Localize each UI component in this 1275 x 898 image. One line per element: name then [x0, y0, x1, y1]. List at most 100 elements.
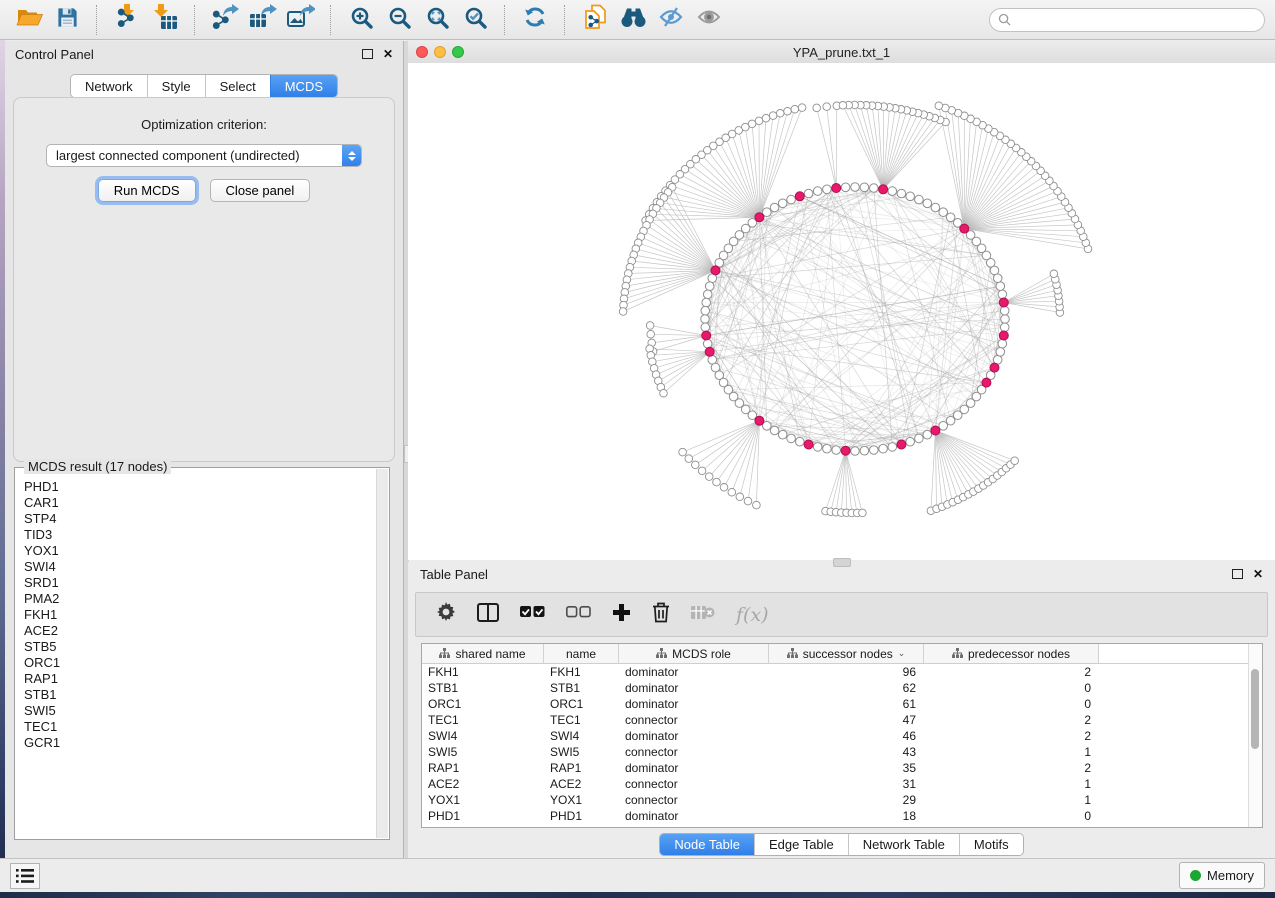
- cell[interactable]: 2: [924, 664, 1099, 680]
- criterion-select[interactable]: largest connected component (undirected): [46, 144, 362, 167]
- cell[interactable]: dominator: [619, 696, 769, 712]
- cell[interactable]: connector: [619, 792, 769, 808]
- save-button[interactable]: [48, 3, 86, 37]
- cell[interactable]: 2: [924, 712, 1099, 728]
- cell[interactable]: connector: [619, 776, 769, 792]
- result-item[interactable]: PMA2: [16, 591, 376, 607]
- column-header-name[interactable]: name: [544, 644, 619, 663]
- cell[interactable]: FKH1: [422, 664, 544, 680]
- deselect-all-button[interactable]: [566, 606, 591, 624]
- table-row[interactable]: TEC1TEC1connector472: [422, 712, 1262, 728]
- zoom-in-button[interactable]: [342, 3, 380, 37]
- tab-motifs[interactable]: Motifs: [959, 834, 1023, 855]
- cell[interactable]: dominator: [619, 728, 769, 744]
- clone-network-button[interactable]: [576, 3, 614, 37]
- cell[interactable]: 1: [924, 744, 1099, 760]
- cell[interactable]: 0: [924, 808, 1099, 824]
- table-row[interactable]: STB1STB1dominator620: [422, 680, 1262, 696]
- export-image-button[interactable]: [282, 3, 320, 37]
- cell[interactable]: YOX1: [422, 792, 544, 808]
- result-item[interactable]: SWI4: [16, 559, 376, 575]
- cell[interactable]: dominator: [619, 664, 769, 680]
- result-item[interactable]: GCR1: [16, 735, 376, 751]
- result-item[interactable]: TID3: [16, 527, 376, 543]
- split-panel-button[interactable]: [477, 603, 499, 627]
- cell[interactable]: SWI5: [544, 744, 619, 760]
- open-button[interactable]: [10, 3, 48, 37]
- cell[interactable]: YOX1: [544, 792, 619, 808]
- cell[interactable]: connector: [619, 712, 769, 728]
- cell[interactable]: STB1: [422, 680, 544, 696]
- select-all-button[interactable]: [520, 606, 545, 624]
- result-item[interactable]: STB1: [16, 687, 376, 703]
- cell[interactable]: 61: [769, 696, 924, 712]
- cell[interactable]: ACE2: [422, 776, 544, 792]
- cell[interactable]: 29: [769, 792, 924, 808]
- cell[interactable]: RAP1: [544, 760, 619, 776]
- delete-row-button[interactable]: [652, 602, 670, 628]
- refresh-button[interactable]: [516, 3, 554, 37]
- table-row[interactable]: YOX1YOX1connector291: [422, 792, 1262, 808]
- search-box[interactable]: [989, 8, 1265, 32]
- table-row[interactable]: ACE2ACE2connector311: [422, 776, 1262, 792]
- result-item[interactable]: SWI5: [16, 703, 376, 719]
- horizontal-splitter-grip[interactable]: [833, 558, 851, 567]
- close-panel-button[interactable]: Close panel: [210, 179, 311, 202]
- export-network-button[interactable]: [206, 3, 244, 37]
- result-item[interactable]: RAP1: [16, 671, 376, 687]
- export-table-button[interactable]: [244, 3, 282, 37]
- find-button[interactable]: [614, 3, 652, 37]
- table-scroll-thumb[interactable]: [1251, 669, 1259, 749]
- table-scrollbar[interactable]: [1248, 644, 1262, 827]
- table-row[interactable]: FKH1FKH1dominator962: [422, 664, 1262, 680]
- close-panel-icon[interactable]: ✕: [383, 48, 393, 60]
- result-item[interactable]: FKH1: [16, 607, 376, 623]
- cell[interactable]: STB1: [544, 680, 619, 696]
- result-scrollbar[interactable]: [376, 469, 388, 838]
- result-item[interactable]: ACE2: [16, 623, 376, 639]
- cell[interactable]: 96: [769, 664, 924, 680]
- cell[interactable]: 1: [924, 792, 1099, 808]
- settings-button[interactable]: [436, 602, 456, 627]
- result-item[interactable]: YOX1: [16, 543, 376, 559]
- tab-node-table[interactable]: Node Table: [660, 834, 754, 855]
- cell[interactable]: 2: [924, 760, 1099, 776]
- tab-select[interactable]: Select: [205, 75, 270, 97]
- table-float-icon[interactable]: [1232, 569, 1243, 579]
- result-item[interactable]: SRD1: [16, 575, 376, 591]
- cell[interactable]: 47: [769, 712, 924, 728]
- cell[interactable]: TEC1: [544, 712, 619, 728]
- result-item[interactable]: ORC1: [16, 655, 376, 671]
- table-row[interactable]: SWI4SWI4dominator462: [422, 728, 1262, 744]
- column-header-shared-name[interactable]: shared name: [422, 644, 544, 663]
- float-window-icon[interactable]: [362, 49, 373, 59]
- cell[interactable]: 35: [769, 760, 924, 776]
- memory-button[interactable]: Memory: [1179, 862, 1265, 889]
- cell[interactable]: 0: [924, 696, 1099, 712]
- table-row[interactable]: RAP1RAP1dominator352: [422, 760, 1262, 776]
- result-item[interactable]: STP4: [16, 511, 376, 527]
- table-row[interactable]: PHD1PHD1dominator180: [422, 808, 1262, 824]
- cell[interactable]: 46: [769, 728, 924, 744]
- cell[interactable]: dominator: [619, 680, 769, 696]
- table-close-icon[interactable]: ✕: [1253, 568, 1263, 580]
- table-row[interactable]: SWI5SWI5connector431: [422, 744, 1262, 760]
- network-canvas[interactable]: [408, 63, 1275, 560]
- result-item[interactable]: CAR1: [16, 495, 376, 511]
- task-history-button[interactable]: [10, 863, 40, 889]
- tab-edge-table[interactable]: Edge Table: [754, 834, 848, 855]
- cell[interactable]: SWI4: [422, 728, 544, 744]
- tab-network-table[interactable]: Network Table: [848, 834, 959, 855]
- cell[interactable]: RAP1: [422, 760, 544, 776]
- cell[interactable]: dominator: [619, 808, 769, 824]
- zoom-out-button[interactable]: [380, 3, 418, 37]
- tab-network[interactable]: Network: [71, 75, 147, 97]
- cell[interactable]: ACE2: [544, 776, 619, 792]
- result-item[interactable]: STB5: [16, 639, 376, 655]
- add-row-button[interactable]: [612, 603, 631, 627]
- zoom-selected-button[interactable]: [456, 3, 494, 37]
- cell[interactable]: ORC1: [544, 696, 619, 712]
- run-mcds-button[interactable]: Run MCDS: [98, 179, 196, 202]
- preview-button[interactable]: [690, 3, 728, 37]
- cell[interactable]: dominator: [619, 760, 769, 776]
